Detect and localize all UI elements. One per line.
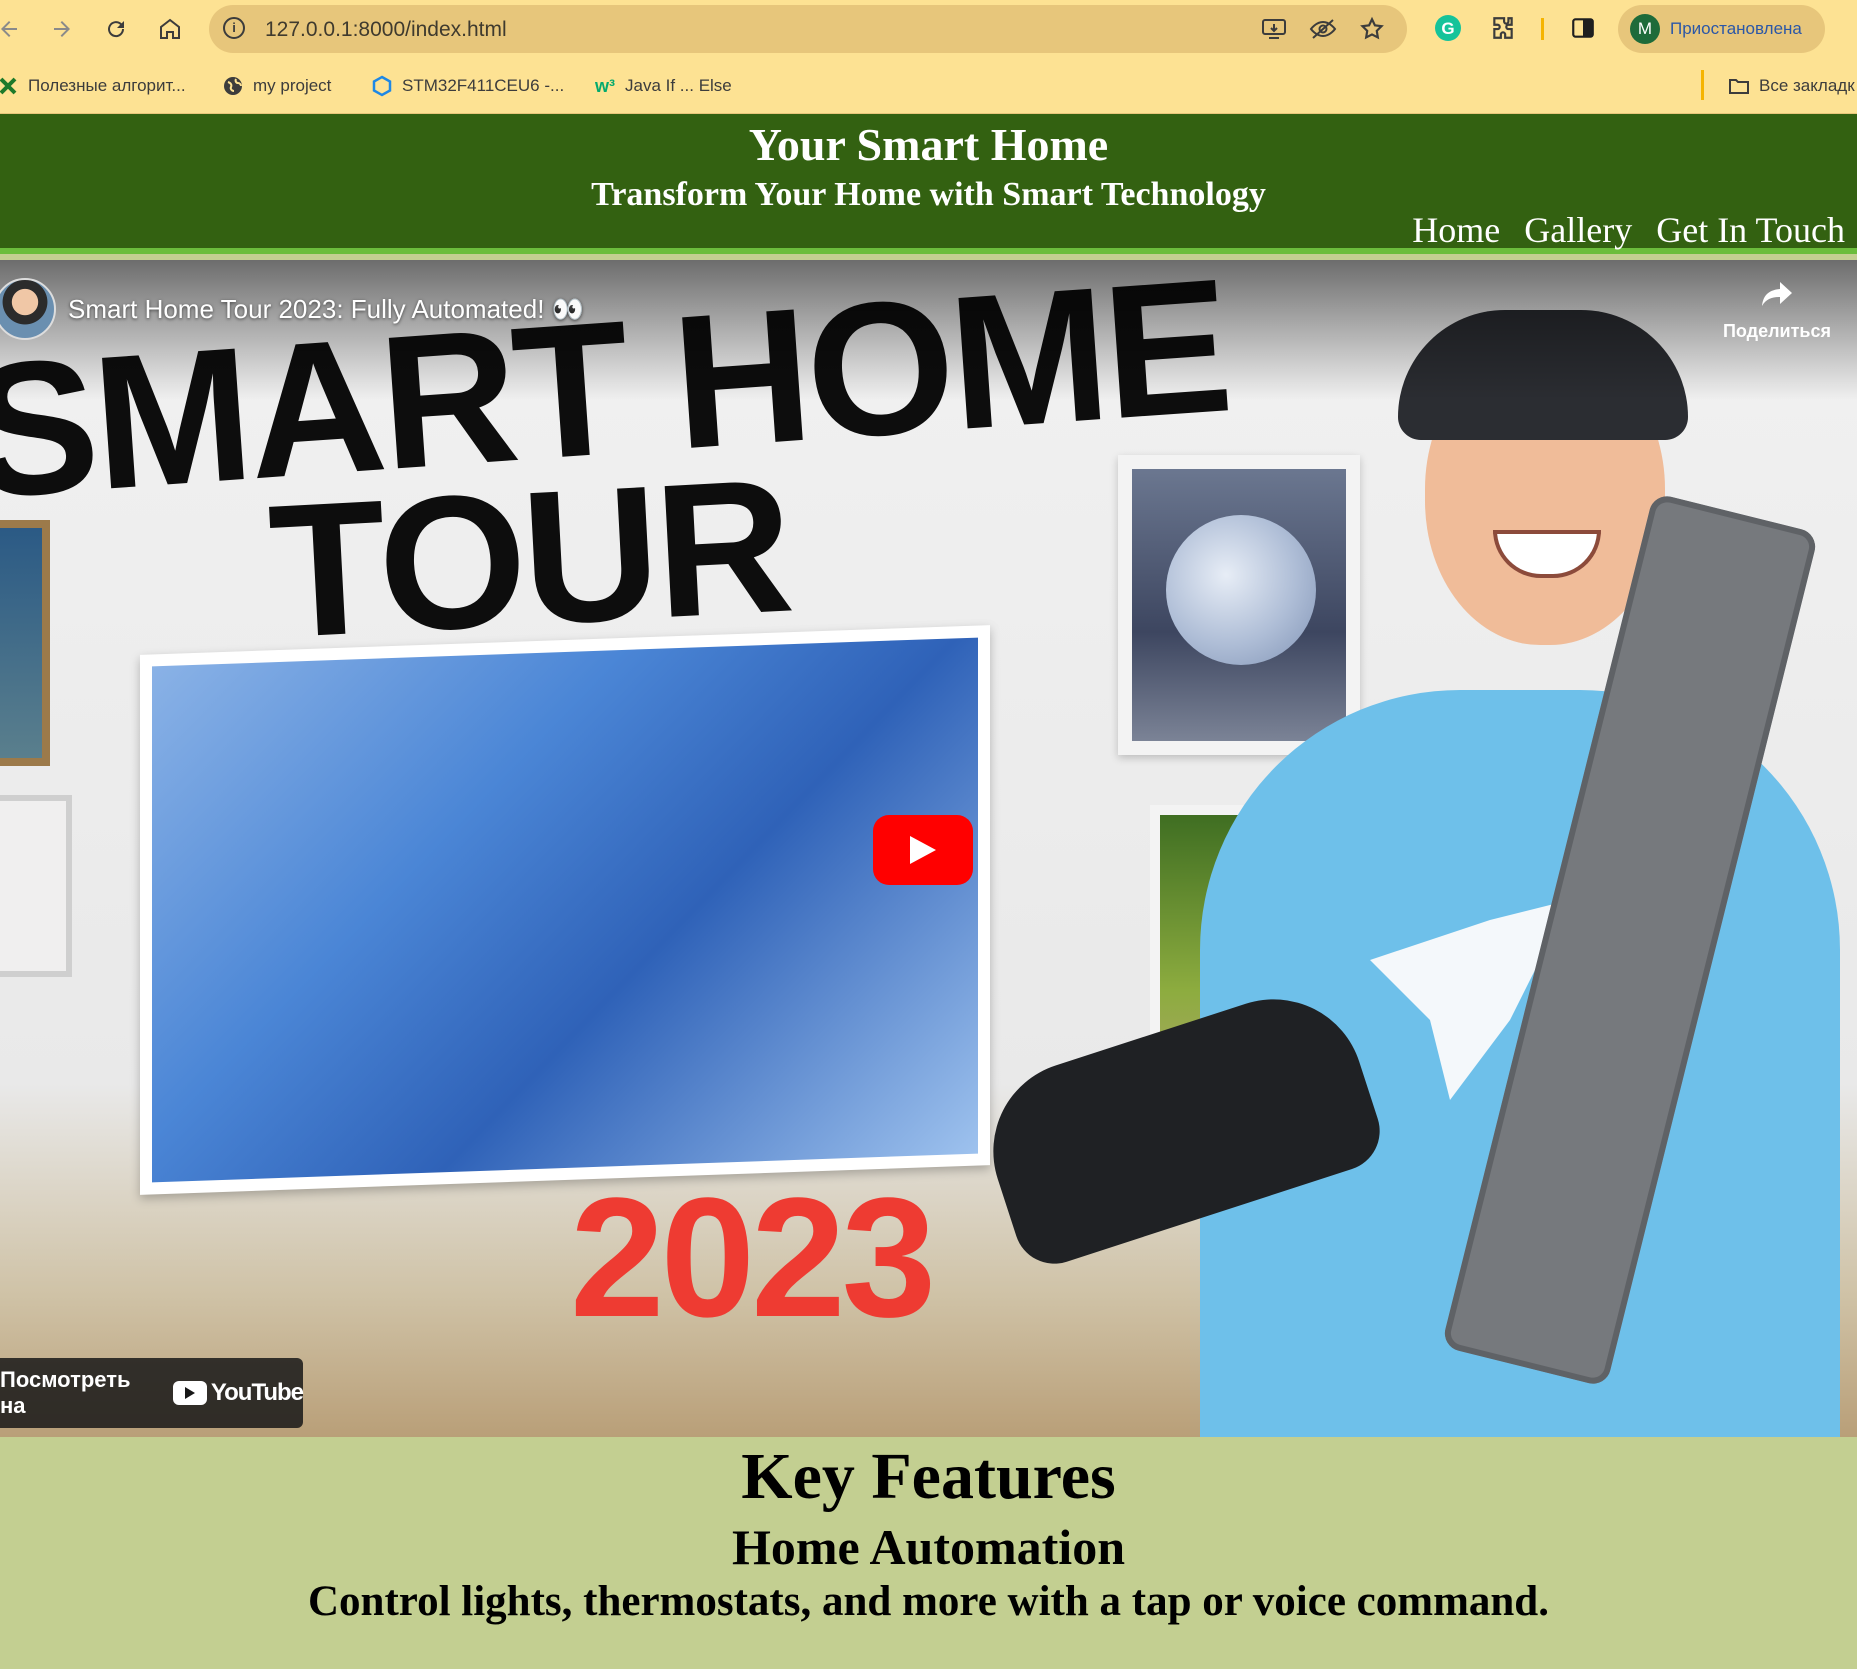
site-nav: Home Gallery Get In Touch xyxy=(1412,210,1845,250)
nav-contact-link[interactable]: Get In Touch xyxy=(1656,210,1845,250)
bookmarks-divider xyxy=(1701,70,1704,100)
all-bookmarks-button[interactable]: Все закладк xyxy=(1728,73,1855,99)
avatar: M xyxy=(1630,14,1660,44)
w3schools-icon: w³ xyxy=(595,75,615,96)
green-x-icon xyxy=(0,75,19,97)
staircase-picture xyxy=(140,625,990,1195)
moon-picture xyxy=(1118,455,1360,755)
extensions-puzzle-icon[interactable] xyxy=(1487,12,1519,44)
grammarly-icon[interactable]: G xyxy=(1432,12,1464,44)
home-icon[interactable] xyxy=(151,10,189,48)
nav-home-link[interactable]: Home xyxy=(1412,210,1500,250)
share-label: Поделиться xyxy=(1722,321,1832,341)
profile-status: Приостановлена xyxy=(1670,19,1802,38)
bookmark-item[interactable]: w³ Java If ... Else xyxy=(594,73,732,99)
toolbar-divider xyxy=(1541,18,1544,40)
wall-picture xyxy=(0,520,50,766)
profile-chip[interactable]: M Приостановлена xyxy=(1618,5,1825,53)
svg-text:G: G xyxy=(1441,19,1454,38)
side-panel-icon[interactable] xyxy=(1567,12,1599,44)
bookmark-item[interactable]: my project xyxy=(222,73,331,99)
bookmark-label: Полезные алгорит... xyxy=(28,76,186,95)
address-bar[interactable]: i 127.0.0.1:8000/index.html xyxy=(209,5,1407,53)
feature-title: Home Automation xyxy=(731,1519,1126,1575)
bookmark-star-icon[interactable] xyxy=(1357,14,1387,44)
site-header: Your Smart Home Transform Your Home with… xyxy=(0,114,1857,254)
bookmark-item[interactable]: STM32F411CEU6 -... xyxy=(371,73,564,99)
features-heading: Key Features xyxy=(741,1440,1116,1513)
nav-gallery-link[interactable]: Gallery xyxy=(1524,210,1632,250)
folder-icon xyxy=(1728,75,1750,97)
hexagon-icon xyxy=(371,75,393,97)
watch-on-label: Посмотреть на xyxy=(0,1367,131,1418)
youtube-logo: YouTube xyxy=(172,1379,304,1407)
eye-off-icon[interactable] xyxy=(1308,14,1338,44)
feature-description: Control lights, thermostats, and more wi… xyxy=(308,1578,1549,1625)
browser-toolbar: i 127.0.0.1:8000/index.html G M Приостан… xyxy=(0,0,1857,58)
site-info-icon[interactable]: i xyxy=(223,17,245,39)
youtube-play-icon xyxy=(172,1381,207,1405)
wall-picture xyxy=(0,795,72,977)
share-arrow-icon xyxy=(1762,282,1792,306)
install-app-icon[interactable] xyxy=(1259,14,1289,44)
url-text[interactable]: 127.0.0.1:8000/index.html xyxy=(265,18,507,42)
globe-icon xyxy=(222,75,244,97)
bookmark-label: Java If ... Else xyxy=(625,76,732,95)
video-top-overlay xyxy=(0,260,1857,400)
bookmark-item[interactable]: Полезные алгорит... xyxy=(0,73,186,99)
share-button[interactable]: Поделиться xyxy=(1712,280,1842,342)
play-button[interactable] xyxy=(873,815,973,885)
youtube-embed[interactable]: SMART HOME TOUR 2023 Smart Home Tour 202… xyxy=(0,260,1857,1437)
all-bookmarks-label: Все закладк xyxy=(1759,76,1855,95)
youtube-wordmark: YouTube xyxy=(210,1379,304,1406)
video-title[interactable]: Smart Home Tour 2023: Fully Automated! 👀 xyxy=(68,294,584,325)
thumbnail-year: 2023 xyxy=(570,1163,936,1353)
site-title: Your Smart Home xyxy=(748,119,1109,170)
bookmarks-bar: Полезные алгорит... my project STM32F411… xyxy=(0,58,1857,114)
forward-arrow-icon[interactable] xyxy=(43,10,81,48)
thumbnail-subheadline: TOUR xyxy=(264,439,795,679)
back-arrow-icon[interactable] xyxy=(0,10,28,48)
play-icon xyxy=(910,836,936,864)
bookmark-label: my project xyxy=(253,76,332,95)
bookmark-label: STM32F411CEU6 -... xyxy=(402,76,565,95)
reload-icon[interactable] xyxy=(97,10,135,48)
watch-on-youtube-button[interactable]: Посмотреть на YouTube xyxy=(0,1358,304,1428)
